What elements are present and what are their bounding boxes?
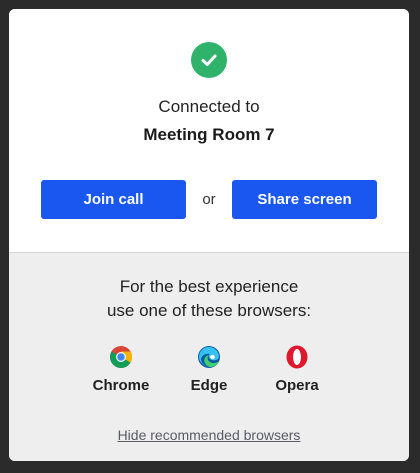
browser-opera[interactable]: Opera — [257, 345, 337, 394]
chrome-icon — [109, 345, 133, 369]
hide-browsers-link[interactable]: Hide recommended browsers — [9, 427, 409, 443]
browser-label: Opera — [275, 377, 319, 394]
browser-edge[interactable]: Edge — [169, 345, 249, 394]
status-section: Connected to Meeting Room 7 Join call or… — [9, 9, 409, 252]
browser-recommendation: For the best experience use one of these… — [9, 252, 409, 461]
browser-chrome[interactable]: Chrome — [81, 345, 161, 394]
browser-label: Chrome — [92, 377, 150, 394]
join-call-button[interactable]: Join call — [41, 180, 186, 219]
opera-icon — [285, 345, 309, 369]
check-circle-icon — [191, 42, 227, 78]
connection-dialog: Connected to Meeting Room 7 Join call or… — [9, 9, 409, 461]
recommendation-line-2: use one of these browsers: — [106, 301, 312, 320]
edge-icon — [197, 345, 221, 369]
recommendation-line-1: For the best experience — [119, 277, 299, 296]
connected-label: Connected to — [158, 97, 260, 116]
room-name: Meeting Room 7 — [143, 125, 275, 144]
recommendation-text: For the best experience use one of these… — [9, 275, 409, 323]
or-separator: or — [202, 191, 216, 208]
share-screen-button[interactable]: Share screen — [232, 180, 377, 219]
browser-label: Edge — [190, 377, 228, 394]
